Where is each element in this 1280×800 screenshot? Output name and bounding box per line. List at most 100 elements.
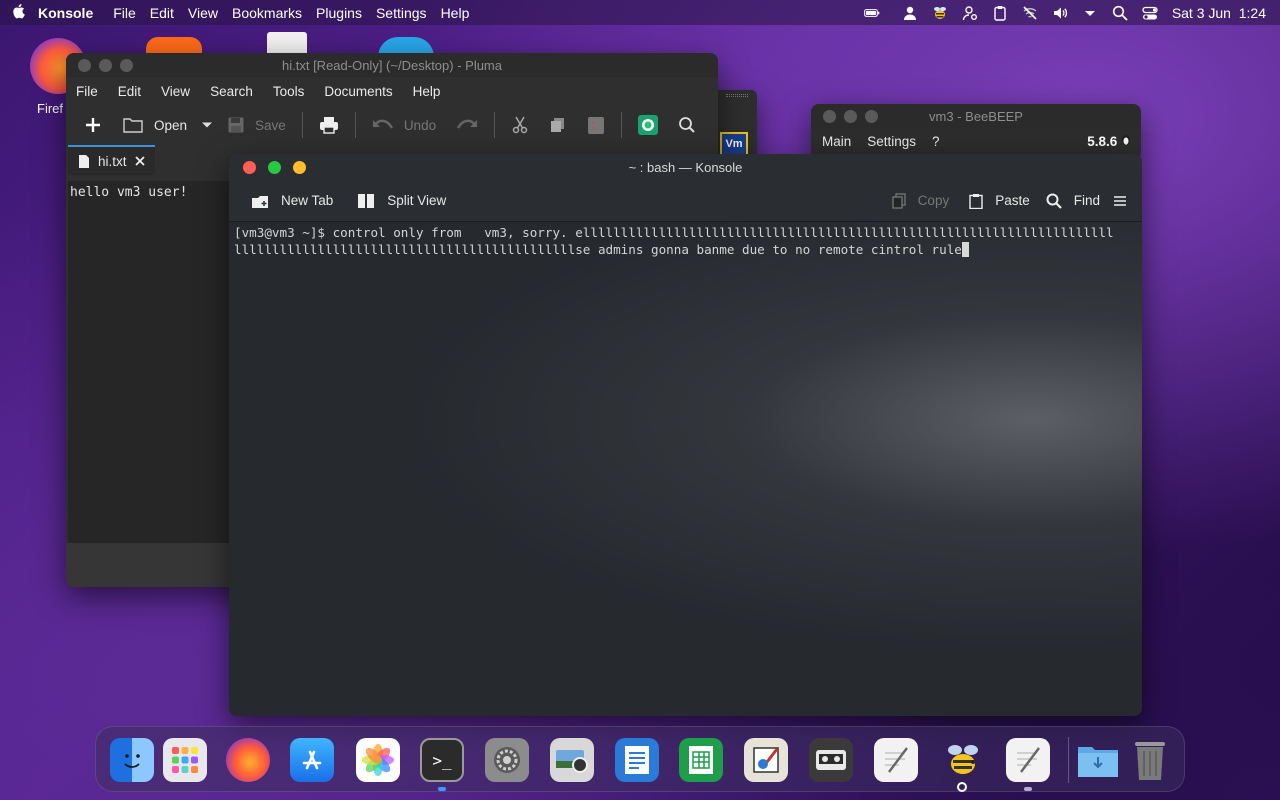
konsole-copy-button[interactable]: Copy [884,185,958,217]
new-document-button[interactable] [76,110,110,140]
beebeep-menu-main[interactable]: Main [822,134,851,149]
menubar-edit[interactable]: Edit [150,5,174,21]
konsole-titlebar[interactable]: ~ : bash — Konsole [229,154,1142,180]
finder-icon[interactable] [110,738,154,782]
menubar-app-name[interactable]: Konsole [38,5,93,21]
konsole-find-button[interactable]: Find [1038,185,1108,217]
pluma-maximize-button[interactable] [120,58,133,72]
paint-icon[interactable] [744,738,788,782]
copy-button[interactable] [541,110,575,140]
open-button[interactable]: Open [114,110,195,140]
vm-icon[interactable]: Vm [720,132,748,156]
battery-icon[interactable] [863,5,888,21]
new-tab-icon [252,195,268,208]
tab-label: hi.txt [98,153,127,169]
beebeep-tray-icon[interactable] [932,5,948,21]
pluma-menu-search[interactable]: Search [200,84,263,99]
apple-icon[interactable] [0,3,38,23]
hamburger-menu-button[interactable] [1108,185,1132,217]
launchpad-icon[interactable] [163,738,207,782]
user-settings-icon[interactable] [962,5,978,21]
pluma-menu-help[interactable]: Help [403,84,451,99]
konsole-maximize-button[interactable] [268,160,281,174]
network-disconnected-icon[interactable] [1022,5,1038,21]
printer-icon [319,117,338,134]
menubar-help[interactable]: Help [441,5,470,21]
redo-button[interactable] [448,110,486,140]
pluma-menu-documents[interactable]: Documents [314,84,402,99]
document-icon [79,154,89,168]
pluma-titlebar[interactable]: hi.txt [Read-Only] (~/Desktop) - Pluma [66,53,718,77]
konsole-close-button[interactable] [243,160,256,174]
notes-icon[interactable] [874,738,918,782]
pluma-minimize-button[interactable] [99,58,112,72]
volume-icon[interactable] [1052,5,1068,21]
pluma-menu-edit[interactable]: Edit [108,84,151,99]
floppy-disk-icon [228,117,244,133]
pluma-menu-file[interactable]: File [66,84,108,99]
beebeep-close-button[interactable] [823,109,836,123]
terminal-icon[interactable]: >_ [420,738,464,782]
menubar-view[interactable]: View [188,5,218,21]
cut-button[interactable] [503,110,537,140]
split-view-button[interactable]: Split View [349,185,454,217]
document-text: hello vm3 user! [70,185,188,200]
beebeep-menu-bar: Main Settings ? 5.8.6 [811,128,1141,154]
folder-icon [123,118,143,133]
beebeep-minimize-button[interactable] [844,109,857,123]
split-view-label: Split View [387,193,447,208]
downloads-folder-icon[interactable] [1076,738,1120,782]
beebeep-icon[interactable] [941,738,985,782]
beebeep-running-indicator [957,782,967,792]
photos-icon[interactable] [356,738,400,782]
writer-icon[interactable] [1006,738,1050,782]
pluma-menu-tools[interactable]: Tools [263,84,315,99]
search-replace-button[interactable] [630,110,666,140]
text-editor-icon[interactable] [615,738,659,782]
terminal-output[interactable]: [vm3@vm3 ~]$ control only from vm3, sorr… [229,222,1142,716]
beebeep-menu-help[interactable]: ? [932,134,940,149]
desktop-firefox-label: Firef [37,101,63,116]
beebeep-version-label: 5.8.6 [1087,133,1118,149]
search-icon[interactable] [1112,5,1128,21]
print-button[interactable] [311,110,347,140]
system-settings-icon[interactable] [485,738,529,782]
chevron-down-icon[interactable] [1082,5,1098,21]
user-icon[interactable] [902,5,918,21]
clipboard-icon[interactable] [992,5,1008,21]
drag-handle[interactable] [726,94,748,97]
undo-button[interactable]: Undo [364,110,444,140]
beebeep-titlebar[interactable]: vm3 - BeeBEEP [811,104,1141,128]
menubar-file[interactable]: File [113,5,136,21]
undo-button-label: Undo [403,117,437,133]
toolbar-separator [301,112,303,138]
tape-recorder-icon[interactable] [809,738,853,782]
pluma-close-button[interactable] [78,58,91,72]
paste-button[interactable] [579,110,613,140]
menubar-clock[interactable]: Sat 3 Jun 1:24 [1172,5,1266,21]
spreadsheet-icon[interactable] [679,738,723,782]
beebeep-menu-settings[interactable]: Settings [867,134,916,149]
close-icon[interactable] [134,156,145,166]
scissors-icon [512,116,528,134]
konsole-minimize-button[interactable] [293,160,306,174]
save-button[interactable]: Save [219,110,294,140]
find-button[interactable] [670,110,704,140]
konsole-paste-button[interactable]: Paste [961,185,1038,217]
menubar-plugins[interactable]: Plugins [316,5,362,21]
firefox-icon[interactable] [226,738,270,782]
pluma-menu-view[interactable]: View [151,84,200,99]
toolbar-separator [494,112,496,138]
toolbar-separator [354,112,356,138]
open-recent-dropdown[interactable] [199,110,215,140]
beebeep-version: 5.8.6 [1087,134,1141,149]
trash-icon[interactable] [1128,738,1172,782]
beebeep-maximize-button[interactable] [865,109,878,123]
menubar-settings[interactable]: Settings [376,5,427,21]
control-center-icon[interactable] [1142,5,1158,21]
tab-hi-txt[interactable]: hi.txt [68,145,155,175]
screenshot-icon[interactable] [550,738,594,782]
menubar-bookmarks[interactable]: Bookmarks [232,5,302,21]
app-store-icon[interactable] [290,738,334,782]
new-tab-button[interactable]: New Tab [243,185,341,217]
